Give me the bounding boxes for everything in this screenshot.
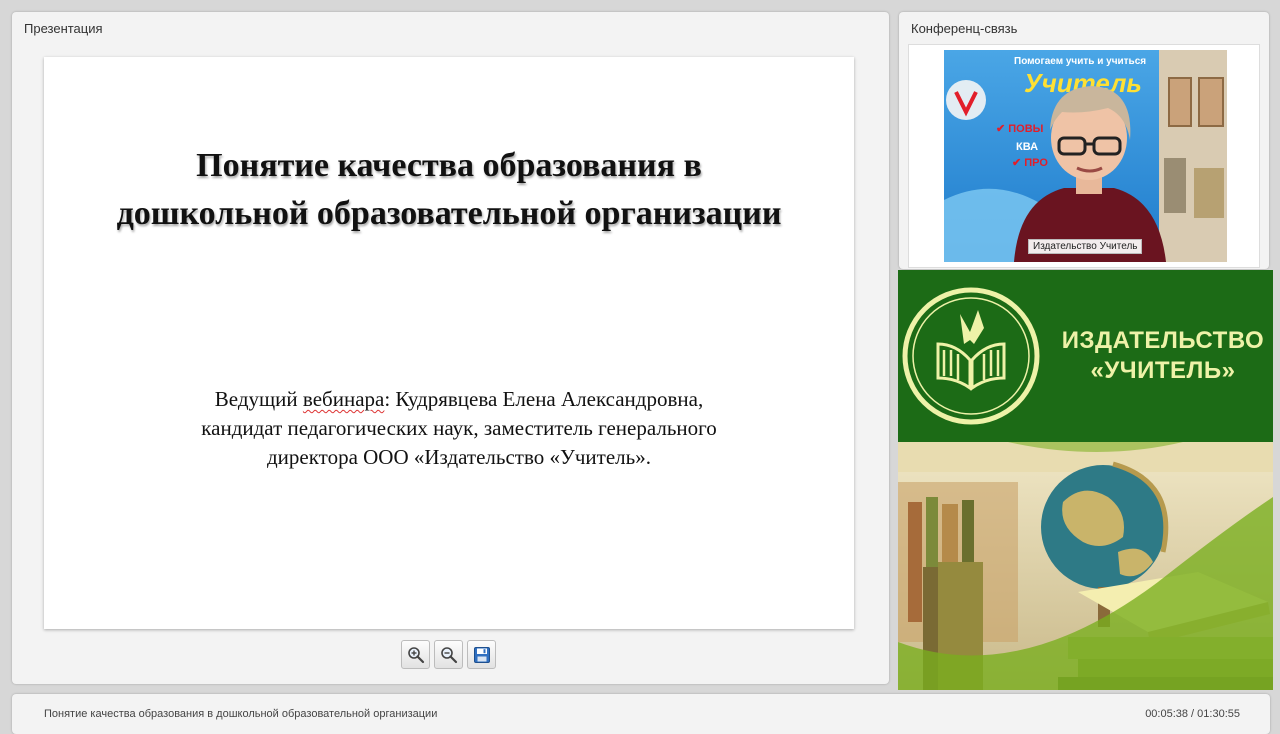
- presenter-name: : Кудрявцева Елена Александровна,: [384, 387, 704, 411]
- publisher-logo-icon: [902, 287, 1040, 425]
- books-globe-image: [898, 442, 1273, 690]
- publisher-banner: ИЗДАТЕЛЬСТВО «УЧИТЕЛЬ»: [898, 270, 1273, 442]
- books-globe-illustration: [898, 442, 1273, 690]
- slide-toolbar: [401, 640, 496, 670]
- playback-time: 00:05:38 / 01:30:55: [1145, 708, 1240, 720]
- zoom-out-button[interactable]: [434, 640, 463, 669]
- slide-title: Понятие качества образования в дошкольно…: [116, 147, 782, 232]
- slide-presenter-info: Ведущий вебинара: Кудрявцева Елена Алекс…: [124, 385, 794, 472]
- svg-text:КВА: КВА: [1016, 141, 1038, 153]
- zoom-out-icon: [440, 646, 457, 663]
- footer-bar: Понятие качества образования в дошкольно…: [12, 694, 1270, 734]
- conference-panel: Конференц-связь Помогаем учить и учиться…: [899, 12, 1269, 269]
- webinar-title: Понятие качества образования в дошкольно…: [44, 708, 438, 720]
- publisher-name-line-2: «УЧИТЕЛЬ»: [1090, 357, 1236, 384]
- publisher-name-line-1: ИЗДАТЕЛЬСТВО: [1061, 327, 1265, 354]
- svg-text:✔ ПОВЫ: ✔ ПОВЫ: [996, 123, 1044, 135]
- save-icon: [473, 646, 490, 663]
- zoom-in-button[interactable]: [401, 640, 430, 669]
- svg-text:✔ ПРО: ✔ ПРО: [1012, 157, 1048, 169]
- video-scene: Помогаем учить и учиться Учитель ✔ ПОВЫ …: [944, 50, 1227, 262]
- presenter-line-3: директора ООО «Издательство «Учитель».: [267, 445, 651, 469]
- publisher-name: ИЗДАТЕЛЬСТВО «УЧИТЕЛЬ»: [1058, 326, 1268, 386]
- zoom-in-icon: [407, 646, 424, 663]
- svg-text:Помогаем учить и учиться: Помогаем учить и учиться: [1014, 56, 1146, 67]
- conference-panel-title: Конференц-связь: [911, 21, 1018, 36]
- presenter-label-underlined: вебинара: [302, 387, 385, 411]
- save-button[interactable]: [467, 640, 496, 669]
- presentation-panel: Презентация Понятие качества образования…: [12, 12, 889, 684]
- presenter-label: Ведущий: [214, 387, 298, 411]
- video-frame: Помогаем учить и учиться Учитель ✔ ПОВЫ …: [908, 44, 1260, 268]
- presenter-line-2: кандидат педагогических наук, заместител…: [201, 416, 717, 440]
- participant-name-label: Издательство Учитель: [1028, 239, 1143, 254]
- presentation-slide: Понятие качества образования в дошкольно…: [44, 57, 854, 629]
- presentation-panel-title: Презентация: [24, 21, 103, 36]
- presenter-video[interactable]: Помогаем учить и учиться Учитель ✔ ПОВЫ …: [944, 50, 1227, 262]
- presenter-line-1: Ведущий вебинара: Кудрявцева Елена Алекс…: [124, 385, 794, 414]
